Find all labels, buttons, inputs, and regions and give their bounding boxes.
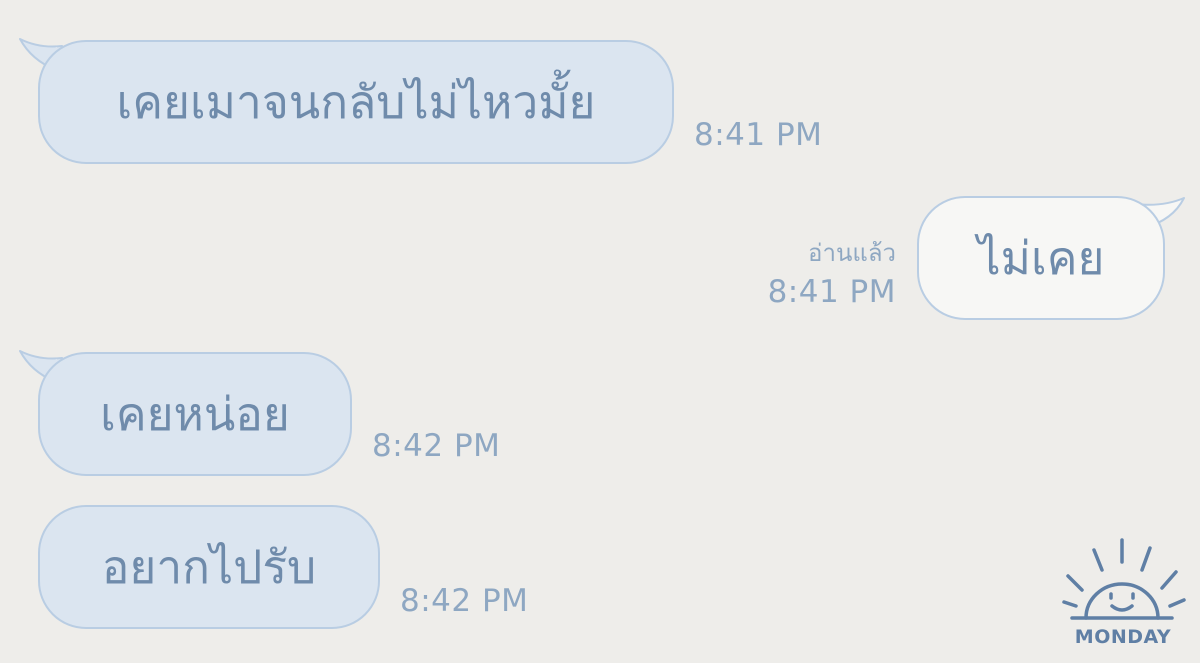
message-bubble-incoming[interactable]: เคยหน่อย — [38, 352, 352, 476]
message-bubble-incoming[interactable]: อยากไปรับ — [38, 505, 380, 629]
message-timestamp: 8:42 PM — [372, 428, 501, 464]
message-timestamp: 8:42 PM — [400, 583, 529, 619]
message-text: ไม่เคย — [977, 231, 1105, 285]
message-timestamp: 8:41 PM — [767, 274, 896, 310]
message-text: อยากไปรับ — [101, 540, 317, 594]
message-bubble-outgoing[interactable]: ไม่เคย — [917, 196, 1165, 320]
message-timestamp: 8:41 PM — [694, 117, 823, 153]
message-text: เคยเมาจนกลับไม่ไหวมั้ย — [116, 75, 596, 129]
message-bubble-incoming[interactable]: เคยเมาจนกลับไม่ไหวมั้ย — [38, 40, 674, 164]
message-text: เคยหน่อย — [100, 387, 290, 441]
sticker-label: MONDAY — [1074, 626, 1172, 648]
read-receipt: อ่านแล้ว — [808, 239, 896, 267]
